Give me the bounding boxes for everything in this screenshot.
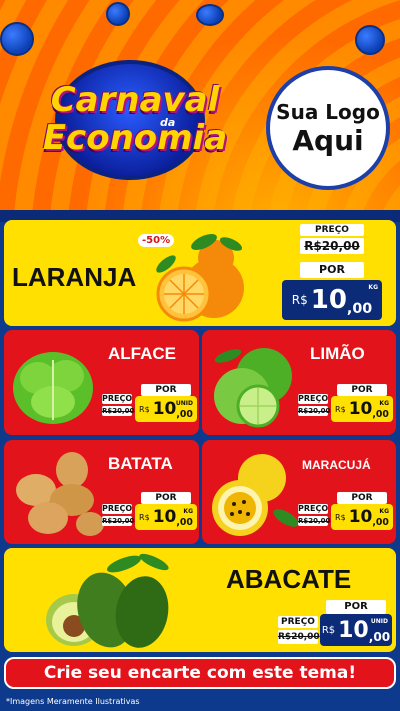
por-label: POR — [337, 492, 387, 504]
brand-logo-placeholder: Sua Logo Aqui — [266, 66, 390, 190]
por-label: POR — [141, 492, 191, 504]
product-card-limao: LIMÃO PREÇO R$20,00 POR R$ 10 ,00 KG — [202, 330, 396, 435]
currency: R$ — [291, 293, 308, 307]
price-integer: 10 — [152, 399, 177, 419]
discount-badge: -50% — [138, 234, 175, 247]
price-decimal: ,00 — [372, 409, 389, 421]
product-name: LARANJA — [12, 262, 137, 292]
price-integer: 10 — [152, 507, 177, 527]
preco-label: PREÇO — [102, 504, 133, 514]
new-price: R$ 10 ,00 UNID — [320, 614, 392, 646]
product-name: MARACUJÁ — [302, 458, 371, 472]
coin-decoration — [196, 4, 224, 26]
price-decimal: ,00 — [176, 409, 193, 421]
product-card-alface: ALFACE PREÇO R$20,00 POR R$ 10 ,00 UNID — [4, 330, 199, 435]
lettuce-image — [13, 352, 93, 424]
campaign-title-line2: Economia — [42, 118, 228, 158]
currency: R$ — [321, 624, 336, 636]
price-integer: 10 — [310, 285, 347, 315]
preco-label: PREÇO — [102, 394, 133, 404]
avocado-image — [46, 553, 169, 648]
potato-image — [16, 452, 104, 536]
new-price: R$ 10 ,00 KG — [331, 396, 393, 422]
price-unit: UNID — [175, 400, 193, 407]
price-unit: KG — [368, 284, 378, 291]
currency: R$ — [139, 512, 150, 522]
currency: R$ — [139, 404, 150, 414]
price-box: PREÇO R$20,00 POR R$ 10 ,00 KG — [280, 224, 386, 322]
price-decimal: ,00 — [176, 517, 193, 529]
por-label: POR — [326, 600, 386, 614]
footnote: *Imagens Meramente Ilustrativas — [6, 697, 140, 706]
old-price: R$20,00 — [102, 516, 135, 526]
passion-fruit-image — [212, 454, 299, 536]
product-card-abacate: ABACATE PREÇO R$20,00 POR R$ 10 ,00 UNID — [4, 548, 396, 652]
coin-decoration — [106, 2, 130, 26]
price-decimal: ,00 — [368, 629, 391, 644]
preco-label: PREÇO — [300, 224, 364, 236]
product-card-maracuja: MARACUJÁ PREÇO R$20,00 POR R$ 10 ,00 KG — [202, 440, 396, 544]
old-price: R$20,00 — [102, 406, 135, 416]
preco-label: PREÇO — [298, 504, 329, 514]
product-name: BATATA — [108, 454, 173, 473]
header-banner: Carnaval da Economia Sua Logo Aqui — [0, 0, 400, 215]
product-name: ALFACE — [108, 344, 176, 363]
lime-image — [214, 348, 292, 428]
product-card-batata: BATATA PREÇO R$20,00 POR R$ 10 ,00 KG — [4, 440, 199, 544]
price-integer: 10 — [338, 617, 369, 643]
price-unit: KG — [183, 508, 193, 515]
price-unit: KG — [379, 508, 389, 515]
currency: R$ — [335, 404, 346, 414]
price-decimal: ,00 — [372, 517, 389, 529]
preco-label: PREÇO — [278, 616, 318, 628]
price-unit: KG — [379, 400, 389, 407]
create-flyer-banner[interactable]: Crie seu encarte com este tema! — [4, 657, 396, 689]
price-integer: 10 — [348, 399, 373, 419]
price-decimal: ,00 — [346, 301, 373, 318]
coin-decoration — [0, 22, 34, 56]
old-price: R$20,00 — [278, 630, 320, 644]
coin-decoration — [355, 25, 385, 55]
price-unit: UNID — [370, 618, 388, 625]
new-price: R$ 10 ,00 KG — [331, 504, 393, 530]
old-price: R$20,00 — [300, 238, 364, 254]
old-price: R$20,00 — [298, 516, 331, 526]
product-name: ABACATE — [226, 564, 352, 594]
campaign-logo: Carnaval da Economia — [20, 60, 250, 195]
new-price: R$ 10 ,00 KG — [282, 280, 382, 320]
new-price: R$ 10 ,00 UNID — [135, 396, 197, 422]
por-label: POR — [300, 262, 364, 278]
por-label: POR — [337, 384, 387, 396]
brand-line2: Aqui — [292, 123, 364, 157]
currency: R$ — [335, 512, 346, 522]
campaign-title-line1: Carnaval — [50, 80, 220, 120]
brand-line1: Sua Logo — [276, 99, 380, 124]
preco-label: PREÇO — [298, 394, 329, 404]
price-integer: 10 — [348, 507, 373, 527]
por-label: POR — [141, 384, 191, 396]
old-price: R$20,00 — [298, 406, 331, 416]
product-card-laranja: LARANJA PREÇO R$20,00 POR R$ 10 ,00 KG — [4, 220, 396, 326]
product-name: LIMÃO — [310, 344, 365, 363]
new-price: R$ 10 ,00 KG — [135, 504, 197, 530]
